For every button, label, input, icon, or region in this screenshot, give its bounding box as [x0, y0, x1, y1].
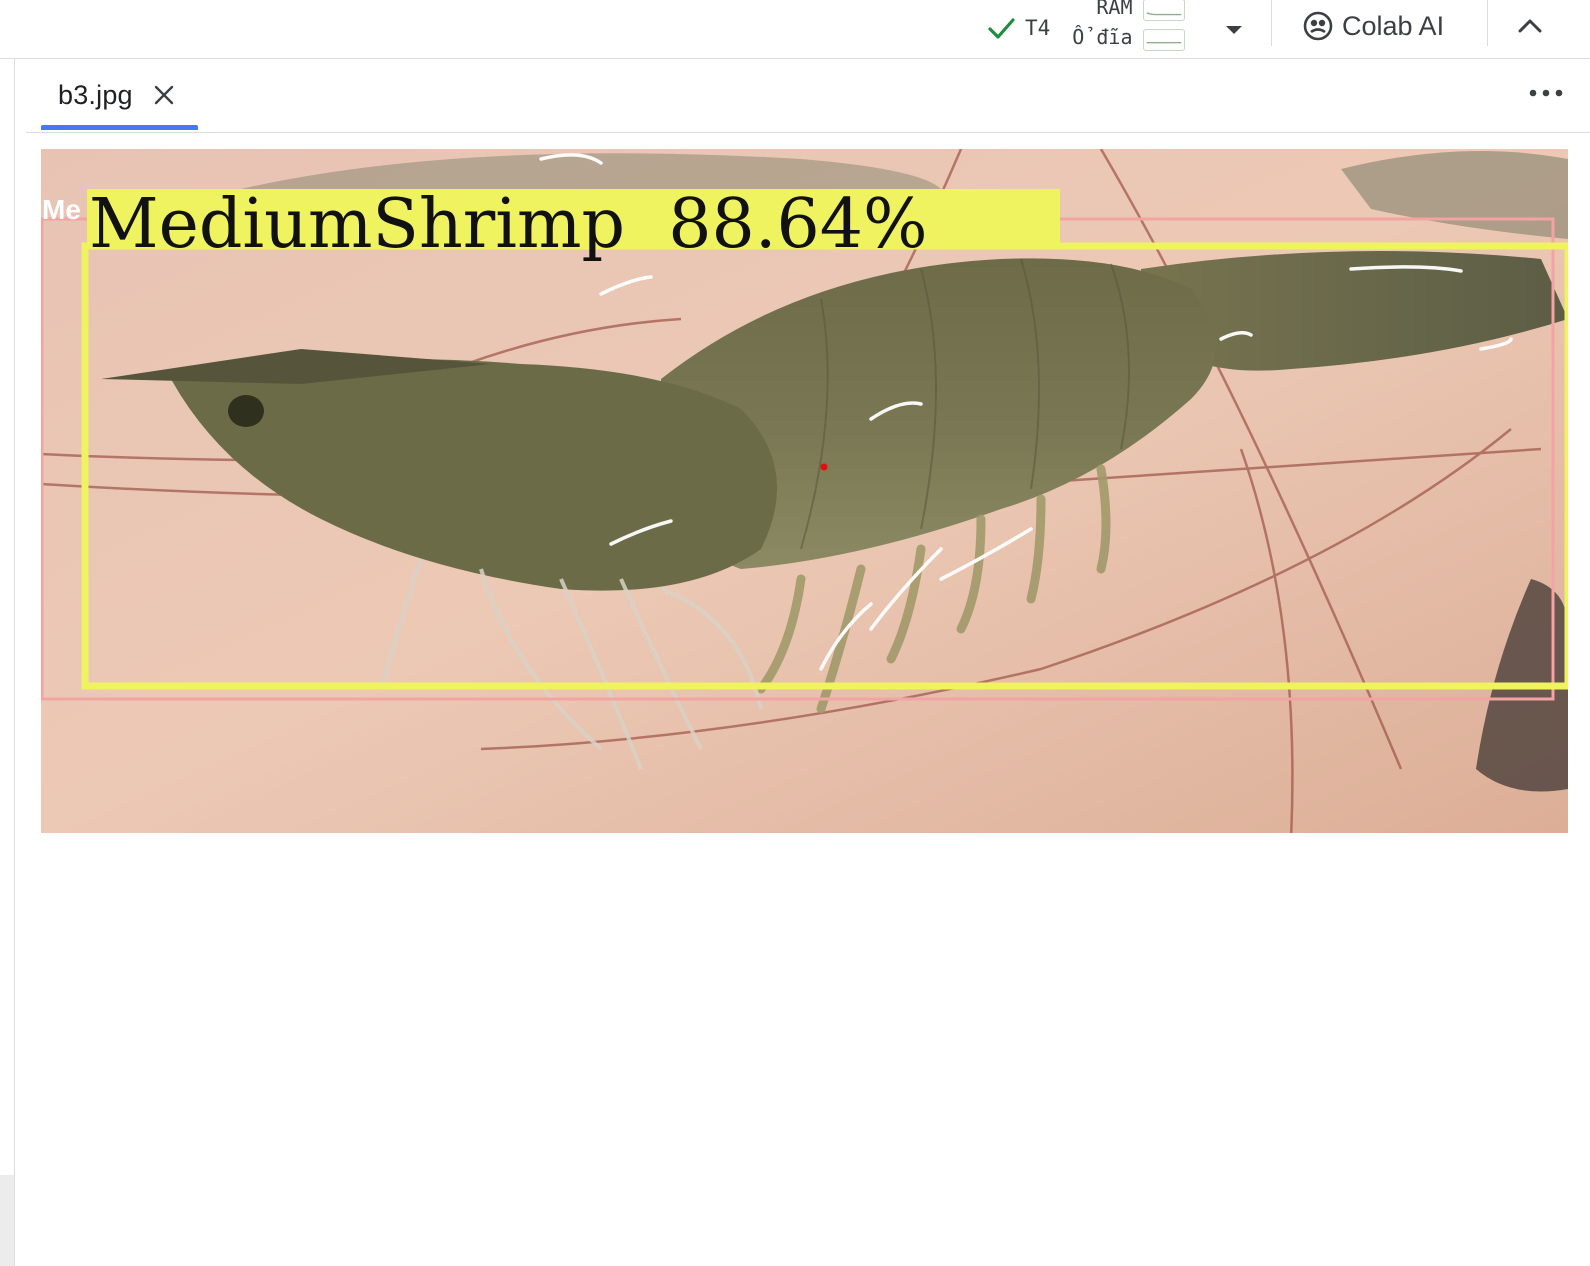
resource-labels: RAM Ổ đĩa: [1072, 0, 1132, 52]
left-panel-edge: [0, 59, 15, 1266]
close-tab-button[interactable]: [151, 82, 177, 108]
resource-sparklines: [1142, 0, 1185, 51]
colab-ai-button[interactable]: Colab AI: [1302, 6, 1444, 46]
detection-image: Me MediumShrimp 88.64%: [41, 149, 1568, 833]
disk-sparkline: [1142, 29, 1185, 51]
top-toolbar: T4 RAM Ổ đĩa Colab AI: [0, 0, 1590, 59]
left-panel-footer: [0, 1175, 14, 1266]
detection-label: MediumShrimp 88.64%: [89, 185, 928, 264]
file-tab-bar: b3.jpg: [26, 60, 1590, 133]
tab-label: b3.jpg: [58, 79, 133, 110]
gpu-label: T4: [1025, 16, 1051, 40]
colab-ai-icon: [1303, 11, 1333, 41]
close-icon: [154, 85, 173, 105]
tab-b3-jpg[interactable]: b3.jpg: [41, 60, 198, 130]
toolbar-divider: [1487, 0, 1488, 46]
ram-sparkline: [1142, 0, 1185, 21]
caret-down-icon: [1226, 26, 1242, 34]
detection-center-point: [820, 463, 828, 471]
colab-ai-label: Colab AI: [1342, 10, 1445, 41]
chevron-up-icon: [1518, 19, 1542, 33]
runtime-status[interactable]: T4 RAM Ổ đĩa: [985, 0, 1185, 52]
collapse-header-button[interactable]: [1512, 8, 1548, 44]
more-options-button[interactable]: [1526, 78, 1566, 108]
disk-label: Ổ đĩa: [1072, 25, 1133, 49]
active-tab-indicator: [41, 125, 198, 130]
runtime-dropdown-button[interactable]: [1218, 14, 1250, 46]
more-horizontal-icon: [1529, 89, 1563, 97]
ram-label: RAM: [1096, 0, 1133, 19]
secondary-label: Me: [42, 194, 81, 225]
image-viewer: Me MediumShrimp 88.64%: [41, 149, 1568, 833]
check-icon: [988, 18, 1015, 39]
toolbar-divider: [1271, 0, 1272, 46]
